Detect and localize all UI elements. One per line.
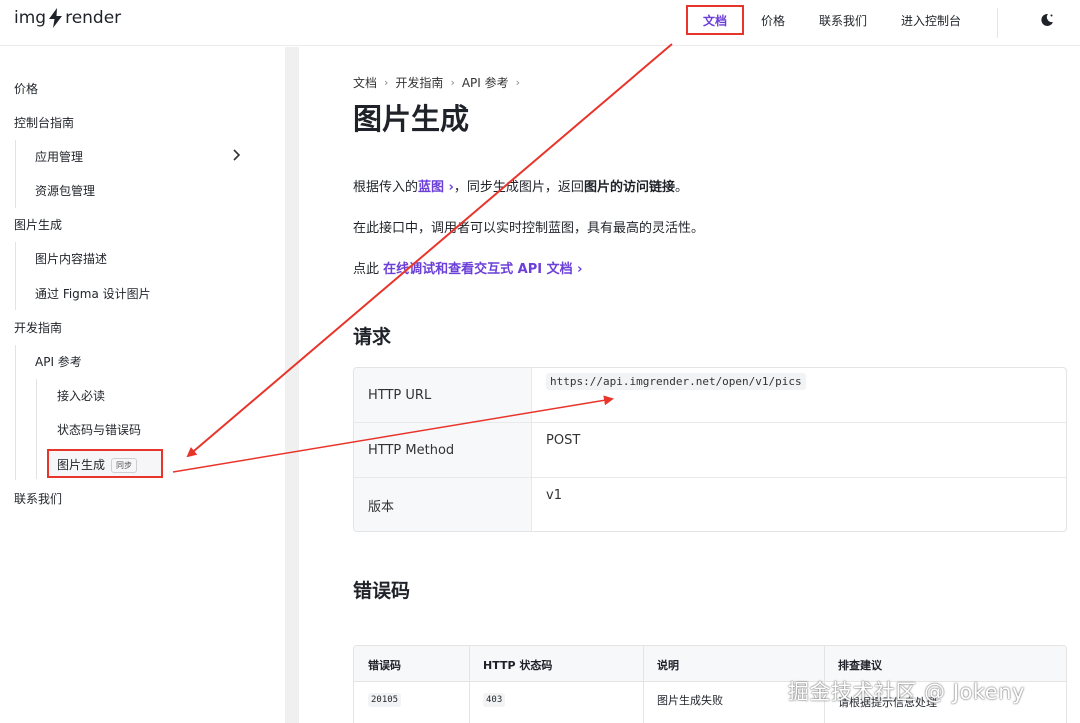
request-key: HTTP Method bbox=[354, 423, 532, 477]
header-divider bbox=[997, 8, 998, 38]
breadcrumb-api-ref[interactable]: API 参考 bbox=[462, 74, 509, 91]
http-status-code: 403 bbox=[483, 693, 506, 707]
error-code: 20105 bbox=[368, 693, 402, 707]
top-navigation-bar: img render 文档 价格 联系我们 进入控制台 bbox=[0, 0, 1080, 46]
breadcrumb: 文档 › 开发指南 › API 参考 › bbox=[353, 74, 527, 91]
table-row: 版本 v1 bbox=[354, 478, 1066, 531]
nav-pricing[interactable]: 价格 bbox=[761, 12, 785, 29]
annotation-highlight-nav bbox=[686, 5, 744, 35]
blueprint-link[interactable]: 蓝图 › bbox=[418, 180, 454, 195]
sidebar-scrollbar[interactable] bbox=[285, 47, 299, 723]
sidebar-tree-line bbox=[15, 140, 16, 208]
intro-text: 根据传入的 bbox=[353, 180, 419, 195]
table-cell: 20105 bbox=[368, 692, 402, 707]
table-row: HTTP Method POST bbox=[354, 423, 1066, 478]
url-code: https://api.imgrender.net/open/v1/pics bbox=[546, 373, 806, 390]
intro-paragraph: 根据传入的蓝图 ›，同步生成图片，返回图片的访问链接。 bbox=[353, 176, 688, 195]
table-cell: 图片生成失败 bbox=[657, 694, 723, 707]
request-heading: 请求 bbox=[353, 326, 392, 348]
sidebar-tree-line bbox=[15, 345, 16, 480]
nav-console[interactable]: 进入控制台 bbox=[901, 12, 961, 29]
sidebar-item-figma[interactable]: 通过 Figma 设计图片 bbox=[35, 285, 151, 302]
annotation-highlight-sidebar bbox=[47, 449, 163, 478]
sidebar-item-must-read[interactable]: 接入必读 bbox=[57, 387, 105, 404]
request-key: HTTP URL bbox=[354, 368, 532, 422]
lightning-icon bbox=[49, 8, 63, 28]
blueprint-link-label: 蓝图 bbox=[418, 180, 445, 195]
logo-text-render: render bbox=[65, 8, 122, 28]
request-key: 版本 bbox=[354, 478, 532, 531]
table-cell: 403 bbox=[483, 692, 506, 707]
column-header: 排查建议 bbox=[838, 659, 882, 672]
logo[interactable]: img render bbox=[14, 8, 121, 28]
column-divider bbox=[469, 646, 470, 723]
sidebar-item-image-gen-section[interactable]: 图片生成 bbox=[14, 216, 62, 233]
breadcrumb-docs[interactable]: 文档 bbox=[353, 74, 377, 91]
nav-contact[interactable]: 联系我们 bbox=[819, 12, 867, 29]
logo-text-img: img bbox=[14, 8, 47, 28]
chevron-right-icon: › bbox=[515, 76, 521, 89]
column-divider bbox=[643, 646, 644, 723]
request-value: https://api.imgrender.net/open/v1/pics bbox=[546, 373, 806, 390]
api-debug-link-label: 在线调试和查看交互式 API 文档 bbox=[383, 262, 573, 277]
sidebar-item-status-codes[interactable]: 状态码与错误码 bbox=[57, 421, 141, 438]
debug-text: 点此 bbox=[353, 262, 380, 277]
flexibility-paragraph: 在此接口中，调用者可以实时控制蓝图，具有最高的灵活性。 bbox=[353, 221, 705, 236]
table-row: HTTP URL https://api.imgrender.net/open/… bbox=[354, 368, 1066, 423]
sidebar-tree-line bbox=[36, 379, 37, 479]
intro-strong-text: 图片的访问链接 bbox=[583, 180, 675, 195]
chevron-right-icon: › bbox=[450, 76, 455, 89]
moon-icon[interactable] bbox=[1039, 12, 1055, 28]
errors-heading: 错误码 bbox=[353, 580, 411, 602]
debug-paragraph: 点此 在线调试和查看交互式 API 文档 › bbox=[353, 258, 583, 277]
sidebar-item-console-guide[interactable]: 控制台指南 bbox=[14, 114, 74, 131]
sidebar-item-pricing[interactable]: 价格 bbox=[14, 80, 38, 97]
sidebar-tree-line bbox=[15, 242, 16, 310]
sidebar-item-api-ref[interactable]: API 参考 bbox=[35, 353, 82, 370]
sidebar-item-app-manage[interactable]: 应用管理 bbox=[35, 148, 83, 165]
column-header: 说明 bbox=[657, 659, 679, 672]
sidebar-item-package-manage[interactable]: 资源包管理 bbox=[35, 182, 95, 199]
breadcrumb-dev-guide[interactable]: 开发指南 bbox=[395, 74, 443, 91]
page-title: 图片生成 bbox=[353, 102, 470, 136]
request-value: v1 bbox=[546, 488, 562, 503]
sidebar-item-dev-guide[interactable]: 开发指南 bbox=[14, 319, 62, 336]
chevron-right-icon[interactable] bbox=[231, 149, 241, 161]
column-header: 错误码 bbox=[368, 659, 401, 672]
request-value: POST bbox=[546, 433, 581, 448]
watermark: 掘金技术社区 @ Jokeny bbox=[788, 680, 1025, 704]
intro-text: 。 bbox=[674, 180, 688, 195]
api-debug-link[interactable]: 在线调试和查看交互式 API 文档 › bbox=[383, 262, 582, 277]
chevron-right-icon: › bbox=[384, 76, 389, 89]
request-table: HTTP URL https://api.imgrender.net/open/… bbox=[353, 367, 1067, 532]
column-header: HTTP 状态码 bbox=[483, 659, 553, 672]
intro-text: ，同步生成图片，返回 bbox=[453, 180, 584, 195]
sidebar-item-image-desc[interactable]: 图片内容描述 bbox=[35, 250, 107, 267]
sidebar-item-contact[interactable]: 联系我们 bbox=[14, 490, 62, 507]
